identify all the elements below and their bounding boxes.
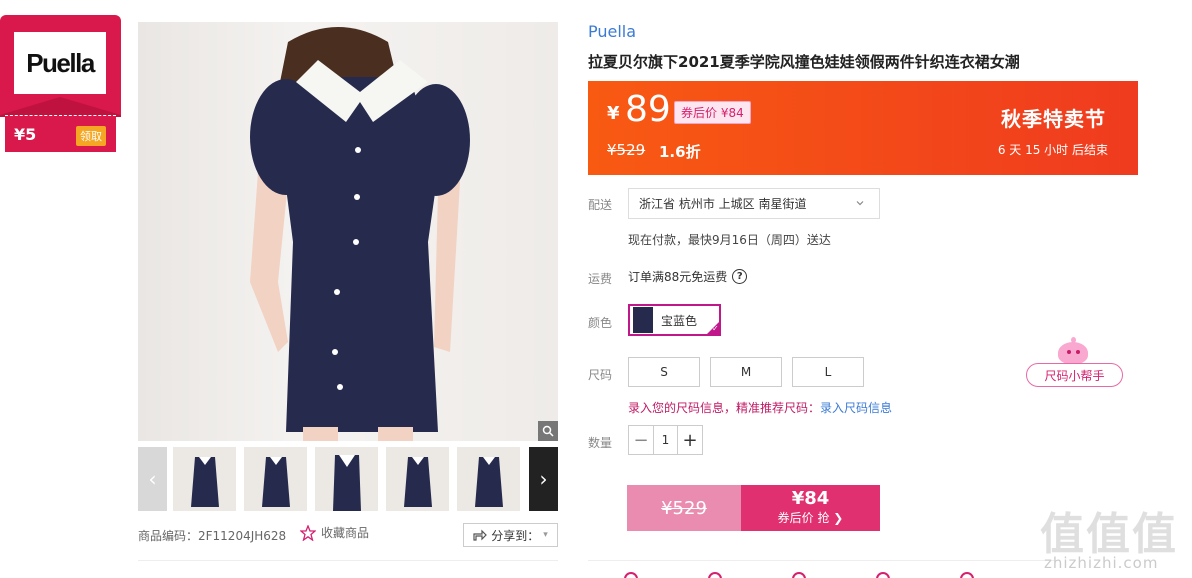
brand-logo-text: Puella [26, 47, 95, 78]
thumbnail-prev-button[interactable]: ‹ [138, 447, 167, 511]
thumbnail[interactable] [173, 447, 236, 511]
share-dropdown[interactable]: 分享到： ▾ [463, 523, 558, 547]
size-option-s[interactable]: S [628, 357, 700, 387]
buy-price: ¥84 [791, 488, 830, 509]
service-icon [876, 572, 890, 578]
site-watermark: 值值值 zhizhizhi.com [1040, 498, 1192, 578]
quantity-input[interactable]: 1 [653, 426, 678, 454]
color-label: 颜色 [588, 316, 613, 330]
brand-logo: Puella [14, 32, 106, 94]
color-option-label: 宝蓝色 [661, 313, 698, 328]
service-icon [624, 572, 638, 578]
freight-text: 订单满88元免运费 [628, 270, 728, 284]
coupon-notch-shape [0, 97, 121, 117]
check-icon: ✓ [706, 321, 720, 335]
star-icon [300, 524, 316, 541]
color-option-selected[interactable]: 宝蓝色 ✓ [628, 304, 721, 336]
service-row [588, 568, 1088, 578]
main-product-image[interactable] [138, 22, 558, 441]
quantity-stepper: − 1 + [628, 425, 703, 455]
coupon-footer: ¥5 领取 [5, 115, 116, 152]
divider [588, 560, 1058, 561]
share-label: 分享到： [491, 528, 540, 543]
buy-label: 券后价 抢 ❯ [777, 511, 844, 525]
product-title: 拉夏贝尔旗下2021夏季学院风撞色娃娃领假两件针织连衣裙女潮 [588, 53, 1020, 71]
watermark-text: zhizhizhi.com [1044, 554, 1159, 572]
favorite-button[interactable]: 收藏商品 [300, 524, 369, 541]
size-helper-label: 尺码小帮手 [1026, 363, 1123, 387]
shop-coupon[interactable]: Puella ¥5 领取 [0, 15, 121, 153]
address-selector[interactable]: 浙江省 杭州市 上城区 南星街道 [628, 188, 880, 219]
size-helper[interactable]: 尺码小帮手 [1026, 337, 1123, 387]
brand-link[interactable]: Puella [588, 22, 636, 41]
coupon-amount: ¥5 [14, 125, 37, 144]
product-sku: 商品编码：2F11204JH628 [138, 529, 287, 543]
thumbnail[interactable] [457, 447, 520, 511]
thumbnail[interactable] [244, 447, 307, 511]
zoom-icon[interactable] [538, 421, 558, 441]
size-recommend-note: 录入您的尺码信息，精准推荐尺码：录入尺码信息 [628, 399, 892, 416]
current-price: 89 [625, 89, 671, 130]
size-note-text: 录入您的尺码信息，精准推荐尺码： [628, 401, 821, 415]
watermark-logo: 值值值 [1040, 509, 1178, 560]
currency-symbol: ¥ [607, 103, 620, 124]
dress-illustration [250, 27, 470, 441]
service-icon [960, 572, 974, 578]
thumbnail[interactable] [386, 447, 449, 511]
price-banner: ¥ 89 券后价 ¥84 ¥529 1.6折 秋季特卖节 6 天 15 小时 后… [588, 81, 1138, 175]
color-swatch [633, 307, 653, 333]
original-price-button[interactable]: ¥529 [627, 485, 741, 531]
discount-rate: 1.6折 [659, 143, 701, 161]
favorite-label: 收藏商品 [321, 526, 370, 540]
service-icon [792, 572, 806, 578]
freight-label: 运费 [588, 272, 613, 286]
chevron-down-icon [856, 201, 864, 206]
divider [138, 560, 558, 561]
after-coupon-price: 券后价 ¥84 [674, 101, 751, 124]
size-label: 尺码 [588, 368, 613, 382]
share-icon [473, 529, 488, 541]
festival-title: 秋季特卖节 [1001, 107, 1106, 131]
mascot-icon [1058, 337, 1088, 364]
countdown-timer: 6 天 15 小时 后结束 [997, 143, 1108, 157]
delivery-estimate: 现在付款，最快9月16日（周四）送达 [628, 233, 831, 247]
thumbnail[interactable] [315, 447, 378, 511]
thumbnail-strip: ‹ › [138, 447, 558, 511]
product-page: Puella ¥5 领取 ‹ › 商品编码：2F11204JH628 收藏商品 … [0, 0, 1192, 578]
delivery-label: 配送 [588, 198, 613, 212]
size-option-m[interactable]: M [710, 357, 782, 387]
minus-icon[interactable]: − [629, 426, 653, 454]
thumbnail-next-button[interactable]: › [529, 447, 558, 511]
freight-info: 订单满88元免运费 ? [628, 268, 748, 285]
plus-icon[interactable]: + [678, 426, 702, 454]
buy-with-coupon-button[interactable]: ¥84 券后价 抢 ❯ [741, 485, 880, 531]
original-price: ¥529 [607, 141, 646, 159]
chevron-down-icon: ▾ [543, 530, 548, 540]
size-entry-link[interactable]: 录入尺码信息 [820, 401, 892, 415]
service-icon [708, 572, 722, 578]
address-value: 浙江省 杭州市 上城区 南星街道 [639, 197, 807, 211]
quantity-label: 数量 [588, 436, 613, 450]
coupon-claim-button[interactable]: 领取 [76, 126, 106, 146]
question-icon[interactable]: ? [732, 269, 748, 284]
size-option-l[interactable]: L [792, 357, 864, 387]
